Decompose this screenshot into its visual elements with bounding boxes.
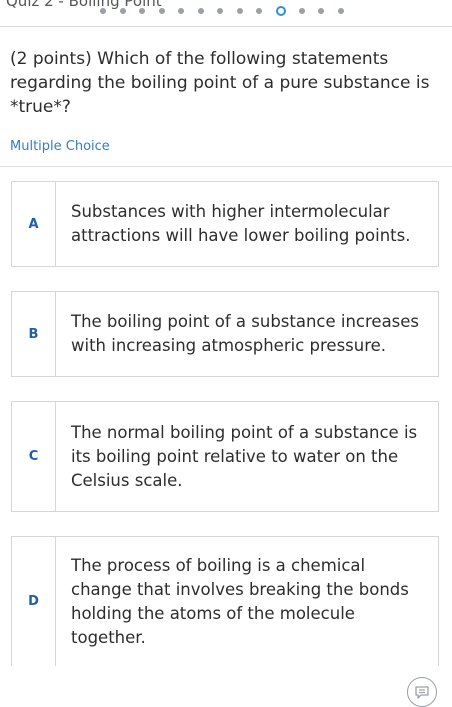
quiz-header: Quiz 2 - Boiling Point <box>0 0 452 27</box>
chat-bubble-icon <box>415 686 429 699</box>
choice-letter: D <box>12 537 56 666</box>
question-progress <box>100 4 357 18</box>
progress-dot[interactable] <box>100 8 106 14</box>
progress-dot[interactable] <box>197 8 204 14</box>
progress-dot-current[interactable] <box>275 6 286 16</box>
choice-text: The boiling point of a substance increas… <box>71 312 420 355</box>
progress-dot[interactable] <box>318 8 324 14</box>
progress-dot[interactable] <box>158 8 165 14</box>
progress-dot[interactable] <box>139 8 145 14</box>
progress-dot[interactable] <box>217 8 223 14</box>
choice-text: Substances with higher intermolecular at… <box>71 202 411 245</box>
choice-letter: A <box>12 182 56 266</box>
question-text: (2 points) Which of the following statem… <box>10 49 430 117</box>
progress-dot[interactable] <box>178 8 184 14</box>
progress-dot[interactable] <box>298 8 305 14</box>
choice-a[interactable]: A Substances with higher intermolecular … <box>11 181 439 267</box>
chat-button[interactable] <box>407 677 437 707</box>
choice-letter: B <box>12 292 56 376</box>
progress-dot[interactable] <box>337 8 344 14</box>
progress-dot[interactable] <box>119 8 126 14</box>
choice-letter: C <box>12 402 56 511</box>
progress-dot[interactable] <box>256 8 262 14</box>
choice-text: The process of boiling is a chemical cha… <box>71 555 409 647</box>
choice-b[interactable]: B The boiling point of a substance incre… <box>11 291 439 377</box>
choice-text: The normal boiling point of a substance … <box>71 422 418 490</box>
choice-d[interactable]: D The process of boiling is a chemical c… <box>11 536 439 666</box>
progress-dot[interactable] <box>236 8 243 14</box>
question-type-label: Multiple Choice <box>10 139 110 154</box>
choice-c[interactable]: C The normal boiling point of a substanc… <box>11 401 439 512</box>
divider <box>0 166 452 167</box>
